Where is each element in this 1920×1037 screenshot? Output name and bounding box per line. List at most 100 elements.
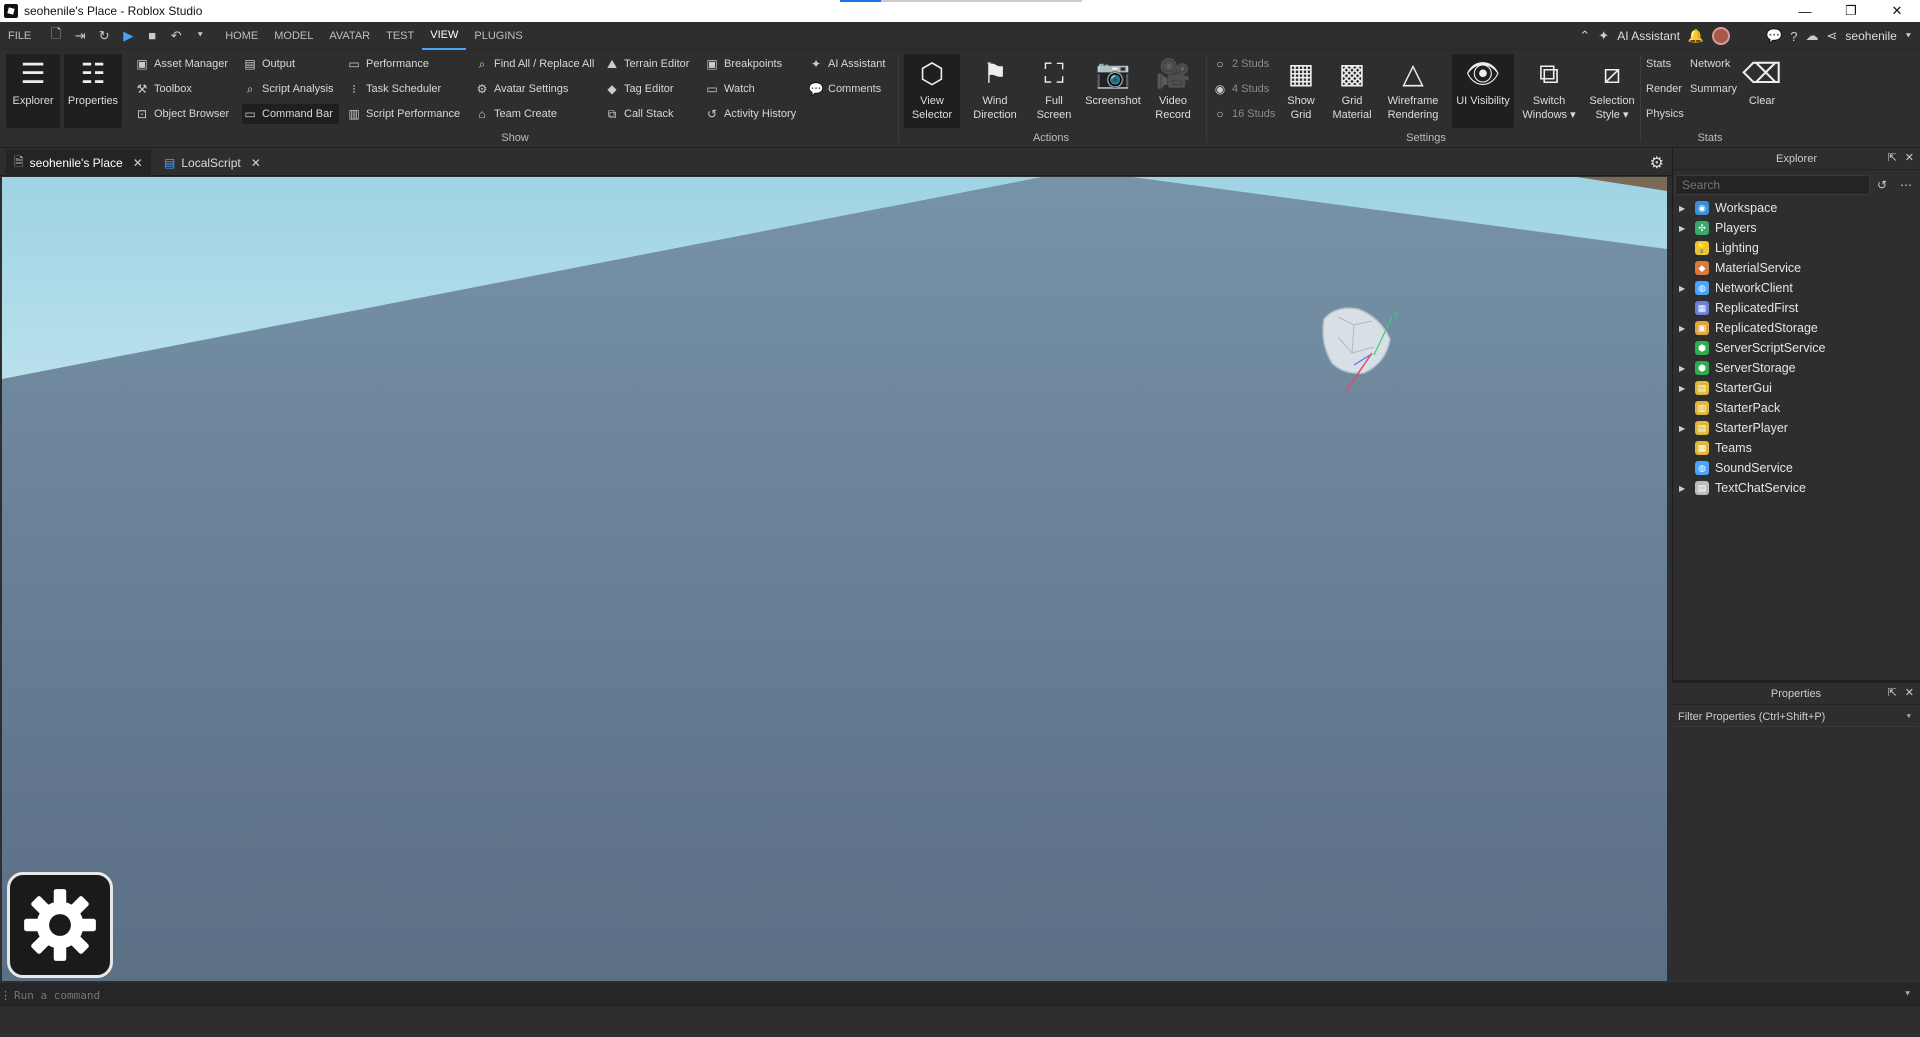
explorer-item-workspace[interactable]: ▶ ◉ Workspace: [1673, 198, 1920, 218]
restore-button[interactable]: ❐: [1828, 0, 1874, 22]
expand-arrow-icon[interactable]: ▶: [1679, 364, 1691, 373]
starterpack-icon: ▥: [1695, 401, 1709, 415]
gear-icon: [24, 889, 96, 961]
chevron-down-icon[interactable]: ⯆: [1906, 712, 1912, 722]
close-button[interactable]: ✕: [1874, 0, 1920, 22]
tab-plugins[interactable]: PLUGINS: [466, 22, 530, 50]
expand-arrow-icon[interactable]: ▶: [1679, 424, 1691, 433]
settings-gear-button[interactable]: [7, 872, 113, 978]
notification-bell-icon[interactable]: 🔔: [1688, 28, 1704, 44]
customize-dropdown-icon[interactable]: ⯆: [191, 27, 209, 45]
explorer-item-starterplayer[interactable]: ▶ ▤ StarterPlayer: [1673, 418, 1920, 438]
explorer-item-label: Players: [1715, 221, 1757, 235]
tab-view[interactable]: VIEW: [422, 22, 467, 50]
expand-arrow-icon[interactable]: ▶: [1679, 384, 1691, 393]
share-cloud-icon[interactable]: ☁: [1806, 28, 1819, 44]
divider: [898, 56, 899, 142]
explorer-item-lighting[interactable]: 💡 Lighting: [1673, 238, 1920, 258]
explorer-item-soundservice[interactable]: ◍ SoundService: [1673, 458, 1920, 478]
explorer-item-players[interactable]: ▶ ✣ Players: [1673, 218, 1920, 238]
minimize-button[interactable]: —: [1782, 0, 1828, 22]
explorer-button[interactable]: ☰ Explorer: [6, 54, 60, 128]
close-icon[interactable]: ✕: [1905, 151, 1914, 164]
history-icon[interactable]: ↺: [1870, 178, 1894, 192]
avatar[interactable]: [1712, 27, 1731, 45]
share-icon[interactable]: ⋖: [1827, 28, 1838, 44]
explorer-item-textchatservice[interactable]: ▶ ▤ TextChatService: [1673, 478, 1920, 498]
tab-localscript[interactable]: ▤ LocalScript ✕: [156, 150, 269, 176]
explorer-item-label: Workspace: [1715, 201, 1778, 215]
title-bar: seohenile's Place - Roblox Studio — ❐ ✕: [0, 0, 1920, 22]
username[interactable]: seohenile: [1845, 29, 1896, 43]
explorer-item-serverstorage[interactable]: ▶ ⬢ ServerStorage: [1673, 358, 1920, 378]
explorer-item-networkclient[interactable]: ▶ ◍ NetworkClient: [1673, 278, 1920, 298]
explorer-item-teams[interactable]: ▦ Teams: [1673, 438, 1920, 458]
explorer-item-label: Lighting: [1715, 241, 1759, 255]
ai-sparkle-icon[interactable]: ✦: [1598, 28, 1609, 44]
explorer-item-serverscriptservice[interactable]: ⬢ ServerScriptService: [1673, 338, 1920, 358]
file-menu[interactable]: FILE: [0, 22, 39, 50]
ai-assistant-button[interactable]: AI Assistant: [1617, 29, 1680, 43]
divider: [1206, 56, 1207, 142]
show-section-label: Show: [501, 132, 529, 144]
gear-icon[interactable]: ⚙: [1650, 153, 1664, 173]
tab-home[interactable]: HOME: [217, 22, 266, 50]
undock-icon[interactable]: ⇱: [1888, 151, 1897, 164]
chevron-down-icon[interactable]: ⯆: [1904, 990, 1920, 1000]
svg-text:y: y: [1394, 309, 1399, 319]
redo-arrow-icon[interactable]: ↻: [95, 27, 113, 45]
explorer-item-label: Teams: [1715, 441, 1752, 455]
undock-icon[interactable]: ⇱: [1888, 686, 1897, 699]
account-dropdown-icon[interactable]: ⯆: [1905, 31, 1912, 42]
window-title: seohenile's Place - Roblox Studio: [24, 4, 203, 18]
expand-arrow-icon[interactable]: ▶: [1679, 324, 1691, 333]
explorer-search-input[interactable]: [1675, 175, 1870, 195]
expand-arrow-icon[interactable]: ▶: [1679, 224, 1691, 233]
replicatedfirst-icon: ▦: [1695, 301, 1709, 315]
lighting-icon: 💡: [1695, 241, 1709, 255]
networkclient-icon: ◍: [1695, 281, 1709, 295]
close-tab-icon[interactable]: ✕: [133, 156, 143, 170]
explorer-item-label: StarterPlayer: [1715, 421, 1788, 435]
close-icon[interactable]: ✕: [1905, 686, 1914, 699]
explorer-item-starterpack[interactable]: ▥ StarterPack: [1673, 398, 1920, 418]
ribbon-toolbar: ☰ Explorer ☷ Properties ▣ Asset Manager ⚒…: [0, 50, 1920, 148]
explorer-item-replicatedstorage[interactable]: ▶ ▣ ReplicatedStorage: [1673, 318, 1920, 338]
explorer-item-label: ReplicatedFirst: [1715, 301, 1799, 315]
drag-handle-icon[interactable]: ⋮: [0, 989, 11, 1002]
stop-icon[interactable]: ■: [143, 27, 161, 45]
play-icon[interactable]: ▶: [119, 27, 137, 45]
place-file-icon: 🗎: [14, 154, 24, 169]
filter-properties-input[interactable]: Filter Properties (Ctrl+Shift+P) ⯆: [1674, 707, 1918, 727]
explorer-item-materialservice[interactable]: ◆ MaterialService: [1673, 258, 1920, 278]
collapse-ribbon-icon[interactable]: ⌃: [1579, 28, 1590, 44]
expand-arrow-icon[interactable]: ▶: [1679, 204, 1691, 213]
properties-button[interactable]: ☷ Properties: [64, 54, 122, 128]
open-icon[interactable]: ⇥: [71, 27, 89, 45]
explorer-item-replicatedfirst[interactable]: ▦ ReplicatedFirst: [1673, 298, 1920, 318]
close-tab-icon[interactable]: ✕: [251, 156, 261, 170]
properties-panel: Properties ⇱ ✕ Filter Properties (Ctrl+Sh…: [1672, 680, 1920, 983]
chat-icon[interactable]: 💬: [1766, 28, 1782, 44]
explorer-item-startergui[interactable]: ▶ ▤ StarterGui: [1673, 378, 1920, 398]
explorer-icon: ☰: [20, 58, 46, 89]
help-icon[interactable]: ?: [1790, 29, 1797, 44]
explorer-item-label: StarterGui: [1715, 381, 1772, 395]
menu-bar: FILE 🗋 ⇥ ↻ ▶ ■ ↶ ⯆ HOME MODEL AVATAR TES…: [0, 22, 1920, 50]
explorer-header: Explorer ⇱ ✕: [1673, 148, 1920, 170]
properties-icon: ☷: [80, 58, 106, 89]
tab-place[interactable]: 🗎 seohenile's Place ✕: [6, 150, 151, 176]
undo-icon[interactable]: ↶: [167, 27, 185, 45]
serverstorage-icon: ⬢: [1695, 361, 1709, 375]
tab-avatar[interactable]: AVATAR: [321, 22, 378, 50]
tab-model[interactable]: MODEL: [266, 22, 321, 50]
3d-viewport[interactable]: y: [2, 177, 1667, 981]
explorer-item-label: MaterialService: [1715, 261, 1802, 275]
expand-arrow-icon[interactable]: ▶: [1679, 484, 1691, 493]
new-file-icon[interactable]: 🗋: [47, 26, 65, 45]
command-input[interactable]: [10, 988, 1904, 1002]
more-options-icon[interactable]: ⋯: [1894, 178, 1918, 192]
tab-test[interactable]: TEST: [378, 22, 422, 50]
command-bar: ⋮ ⯆: [0, 983, 1920, 1007]
expand-arrow-icon[interactable]: ▶: [1679, 284, 1691, 293]
